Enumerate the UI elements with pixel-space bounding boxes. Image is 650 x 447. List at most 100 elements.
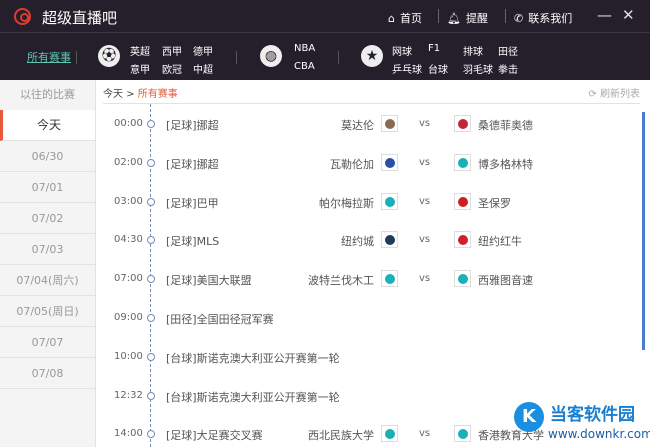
match-time: 14:00 [114,428,143,440]
match-category: [足球]美国大联盟 [166,274,252,288]
sidebar-date-item[interactable]: 07/05(周日) [0,296,95,327]
timeline-dot [147,158,155,167]
match-row[interactable]: 00:00 [足球]挪超 莫达伦 vs 桑德菲奥德 [97,114,637,134]
league-link[interactable]: 田径 [498,43,518,58]
star-icon: ★ [361,45,383,67]
league-link[interactable]: 德甲 [193,43,213,58]
sidebar-date-item[interactable]: 06/30 [0,141,95,172]
league-link[interactable]: 欧冠 [162,61,182,76]
timeline-dot [147,430,155,439]
sidebar-date-item[interactable]: 07/04(周六) [0,265,95,296]
match-row[interactable]: 09:00 [田径]全国田径冠军赛 [97,308,637,328]
league-link[interactable]: 西甲 [162,43,182,58]
match-list: 今天 > 所有赛事 ⟳ 刷新列表 00:00 [足球]挪超 莫达伦 vs 桑德菲奥德 02… [97,80,650,447]
sidebar-date-item[interactable]: 07/08 [0,358,95,389]
league-link[interactable]: 乒乓球 [392,61,422,76]
sidebar-date-item[interactable]: 07/02 [0,203,95,234]
match-category: [足球]巴甲 [166,196,219,210]
breadcrumb-current: 所有赛事 [137,89,178,100]
away-team-logo-icon [454,115,471,132]
match-category: [田径]全国田径冠军赛 [166,313,274,326]
close-button[interactable]: ✕ [622,6,635,24]
sport-nav: 所有赛事 ⚽︎ 英超 西甲 德甲 意甲 欧冠 中超 ◍ NBA CBA ★ 网球… [0,33,650,80]
past-matches-header[interactable]: 以往的比赛 [0,80,95,110]
match-row[interactable]: 07:00 [足球]美国大联盟 波特兰伐木工 vs 西雅图音速 [97,269,637,289]
match-row[interactable]: 02:00 [足球]挪超 瓦勒伦加 vs 博多格林特 [97,153,637,173]
vs-label: vs [419,273,431,285]
vs-label: vs [419,195,431,207]
match-row[interactable]: 04:30 [足球]MLS 纽约城 vs 纽约红牛 [97,230,637,250]
home-team-logo-icon [381,425,398,443]
league-link[interactable]: 英超 [130,43,150,58]
app-logo-icon [14,8,31,25]
home-team-logo-icon [381,270,398,288]
away-team: 西雅图音速 [478,274,533,288]
away-team-logo-icon [454,192,471,210]
watermark-logo-icon: K [514,402,544,432]
home-team-logo-icon [381,115,398,132]
league-link[interactable]: 排球 [463,43,483,58]
match-time: 07:00 [114,273,143,285]
refresh-button[interactable]: ⟳ 刷新列表 [588,85,640,100]
league-link[interactable]: 网球 [392,43,412,58]
league-link[interactable]: 台球 [428,61,448,76]
match-time: 04:30 [114,234,143,246]
football-icon: ⚽︎ [98,45,120,67]
all-events-link[interactable]: 所有赛事 [27,49,71,65]
sidebar-date-item[interactable]: 今天 [0,110,95,141]
timeline-dot [147,275,155,284]
match-row[interactable]: 03:00 [足球]巴甲 帕尔梅拉斯 vs 圣保罗 [97,192,637,212]
vs-label: vs [419,428,431,440]
refresh-icon: ⟳ [588,89,597,100]
divider [103,103,640,104]
league-link[interactable]: CBA [294,61,315,72]
timeline-dot [147,197,155,206]
league-link[interactable]: 意甲 [130,61,150,76]
refresh-label: 刷新列表 [600,89,640,100]
home-team: 纽约城 [341,235,374,249]
vs-label: vs [419,118,431,129]
nav-home[interactable]: ⌂ 首页 [388,10,422,26]
away-team: 桑德菲奥德 [478,119,533,132]
nav-remind[interactable]: 🔔︎ 提醒 [447,10,488,26]
home-team: 帕尔梅拉斯 [319,196,374,210]
away-team-logo-icon [454,270,471,288]
home-team: 波特兰伐木工 [308,274,374,288]
match-category: [台球]斯诺克澳大利亚公开赛第一轮 [166,351,340,365]
breadcrumb-root[interactable]: 今天 [103,89,123,100]
match-category: [足球]挪超 [166,119,219,132]
timeline-dot [147,120,155,128]
match-category: [台球]斯诺克澳大利亚公开赛第一轮 [166,390,340,404]
league-link[interactable]: 羽毛球 [463,61,493,76]
sidebar-date-item[interactable]: 07/07 [0,327,95,358]
scrollbar[interactable] [642,112,645,350]
away-team: 博多格林特 [478,157,533,171]
sidebar-date-item[interactable]: 07/03 [0,234,95,265]
breadcrumb: 今天 > 所有赛事 [103,85,178,100]
timeline-dot [147,352,155,361]
minimize-button[interactable]: — [597,6,612,24]
vs-label: vs [419,156,431,168]
nav-home-label: 首页 [399,12,422,25]
league-link[interactable]: F1 [428,43,440,54]
match-time: 10:00 [114,350,143,362]
timeline-dot [147,391,155,400]
home-team: 莫达伦 [341,119,374,132]
app-title: 超级直播吧 [42,9,118,27]
match-row[interactable]: 10:00 [台球]斯诺克澳大利亚公开赛第一轮 [97,347,637,367]
home-team-logo-icon [381,153,398,171]
vs-label: vs [419,234,431,246]
divider [236,51,237,64]
divider [338,51,339,64]
timeline-dot [147,314,155,322]
nav-remind-label: 提醒 [465,12,488,25]
breadcrumb-sep: > [126,89,135,100]
sidebar-date-item[interactable]: 07/01 [0,172,95,203]
nav-contact[interactable]: ✆ 联系我们 [514,10,572,26]
league-link[interactable]: NBA [294,43,315,54]
watermark: K 当客软件园 www.downkr.com [510,400,650,447]
home-team-logo-icon [381,192,398,210]
divider [438,9,439,23]
league-link[interactable]: 拳击 [498,61,518,76]
league-link[interactable]: 中超 [193,61,213,76]
